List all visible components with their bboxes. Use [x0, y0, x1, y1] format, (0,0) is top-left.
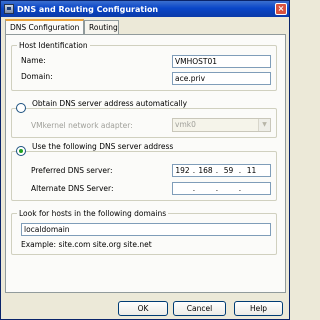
host-identification-title: Host Identification — [17, 41, 90, 50]
domain-field[interactable]: ace.priv — [172, 72, 271, 85]
help-button[interactable]: Help — [234, 301, 283, 316]
name-field[interactable]: VMHOST01 — [172, 55, 271, 68]
dns-auto-radio-label[interactable]: Obtain DNS server address automatically — [30, 99, 190, 108]
preferred-dns-octet-4[interactable]: 11 — [242, 166, 261, 175]
dns-manual-radio-label[interactable]: Use the following DNS server address — [30, 142, 176, 151]
vmkernel-adapter-dropdown: vmk0 ▼ — [172, 118, 271, 132]
ip-separator: . — [215, 184, 219, 193]
preferred-dns-octet-2[interactable]: 168 — [196, 166, 215, 175]
tab-dns-configuration[interactable]: DNS Configuration — [5, 19, 84, 34]
dns-configuration-panel: Host Identification Name: VMHOST01 Domai… — [5, 34, 286, 293]
preferred-dns-octet-3[interactable]: 59 — [219, 166, 238, 175]
search-domains-title: Look for hosts in the following domains — [17, 209, 169, 218]
alternate-dns-field[interactable]: . . . — [172, 182, 271, 195]
preferred-dns-field[interactable]: 192 . 168 . 59 . 11 — [172, 164, 271, 177]
vmkernel-adapter-label: VMkernel network adapter: — [31, 121, 133, 130]
ip-separator: . — [192, 184, 196, 193]
domain-label: Domain: — [21, 72, 53, 81]
dialog-window: DNS and Routing Configuration × DNS Conf… — [0, 0, 290, 320]
ip-separator: . — [238, 184, 242, 193]
host-identification-group: Host Identification Name: VMHOST01 Domai… — [11, 41, 277, 91]
vmkernel-adapter-value: vmk0 — [175, 120, 196, 129]
dns-manual-group: Use the following DNS server address Pre… — [11, 142, 277, 201]
preferred-dns-label: Preferred DNS server: — [31, 166, 113, 175]
window-title: DNS and Routing Configuration — [17, 4, 159, 14]
alternate-dns-label: Alternate DNS Server: — [31, 184, 114, 193]
cancel-button[interactable]: Cancel — [173, 301, 226, 316]
dns-auto-group: Obtain DNS server address automatically … — [11, 99, 277, 138]
search-domains-group: Look for hosts in the following domains … — [11, 209, 277, 255]
ok-button[interactable]: OK — [118, 301, 168, 316]
tab-routing[interactable]: Routing — [84, 20, 119, 34]
name-label: Name: — [21, 56, 46, 65]
preferred-dns-octet-1[interactable]: 192 — [173, 166, 192, 175]
dns-auto-radio[interactable]: Obtain DNS server address automatically — [16, 99, 190, 113]
dns-manual-radio[interactable]: Use the following DNS server address — [16, 142, 176, 156]
search-domains-example: Example: site.com site.org site.net — [21, 240, 152, 249]
chevron-down-icon: ▼ — [258, 119, 270, 131]
app-icon — [4, 4, 14, 14]
close-button[interactable]: × — [275, 3, 287, 15]
search-domains-field[interactable]: localdomain — [21, 223, 271, 236]
title-bar[interactable]: DNS and Routing Configuration × — [1, 1, 289, 17]
